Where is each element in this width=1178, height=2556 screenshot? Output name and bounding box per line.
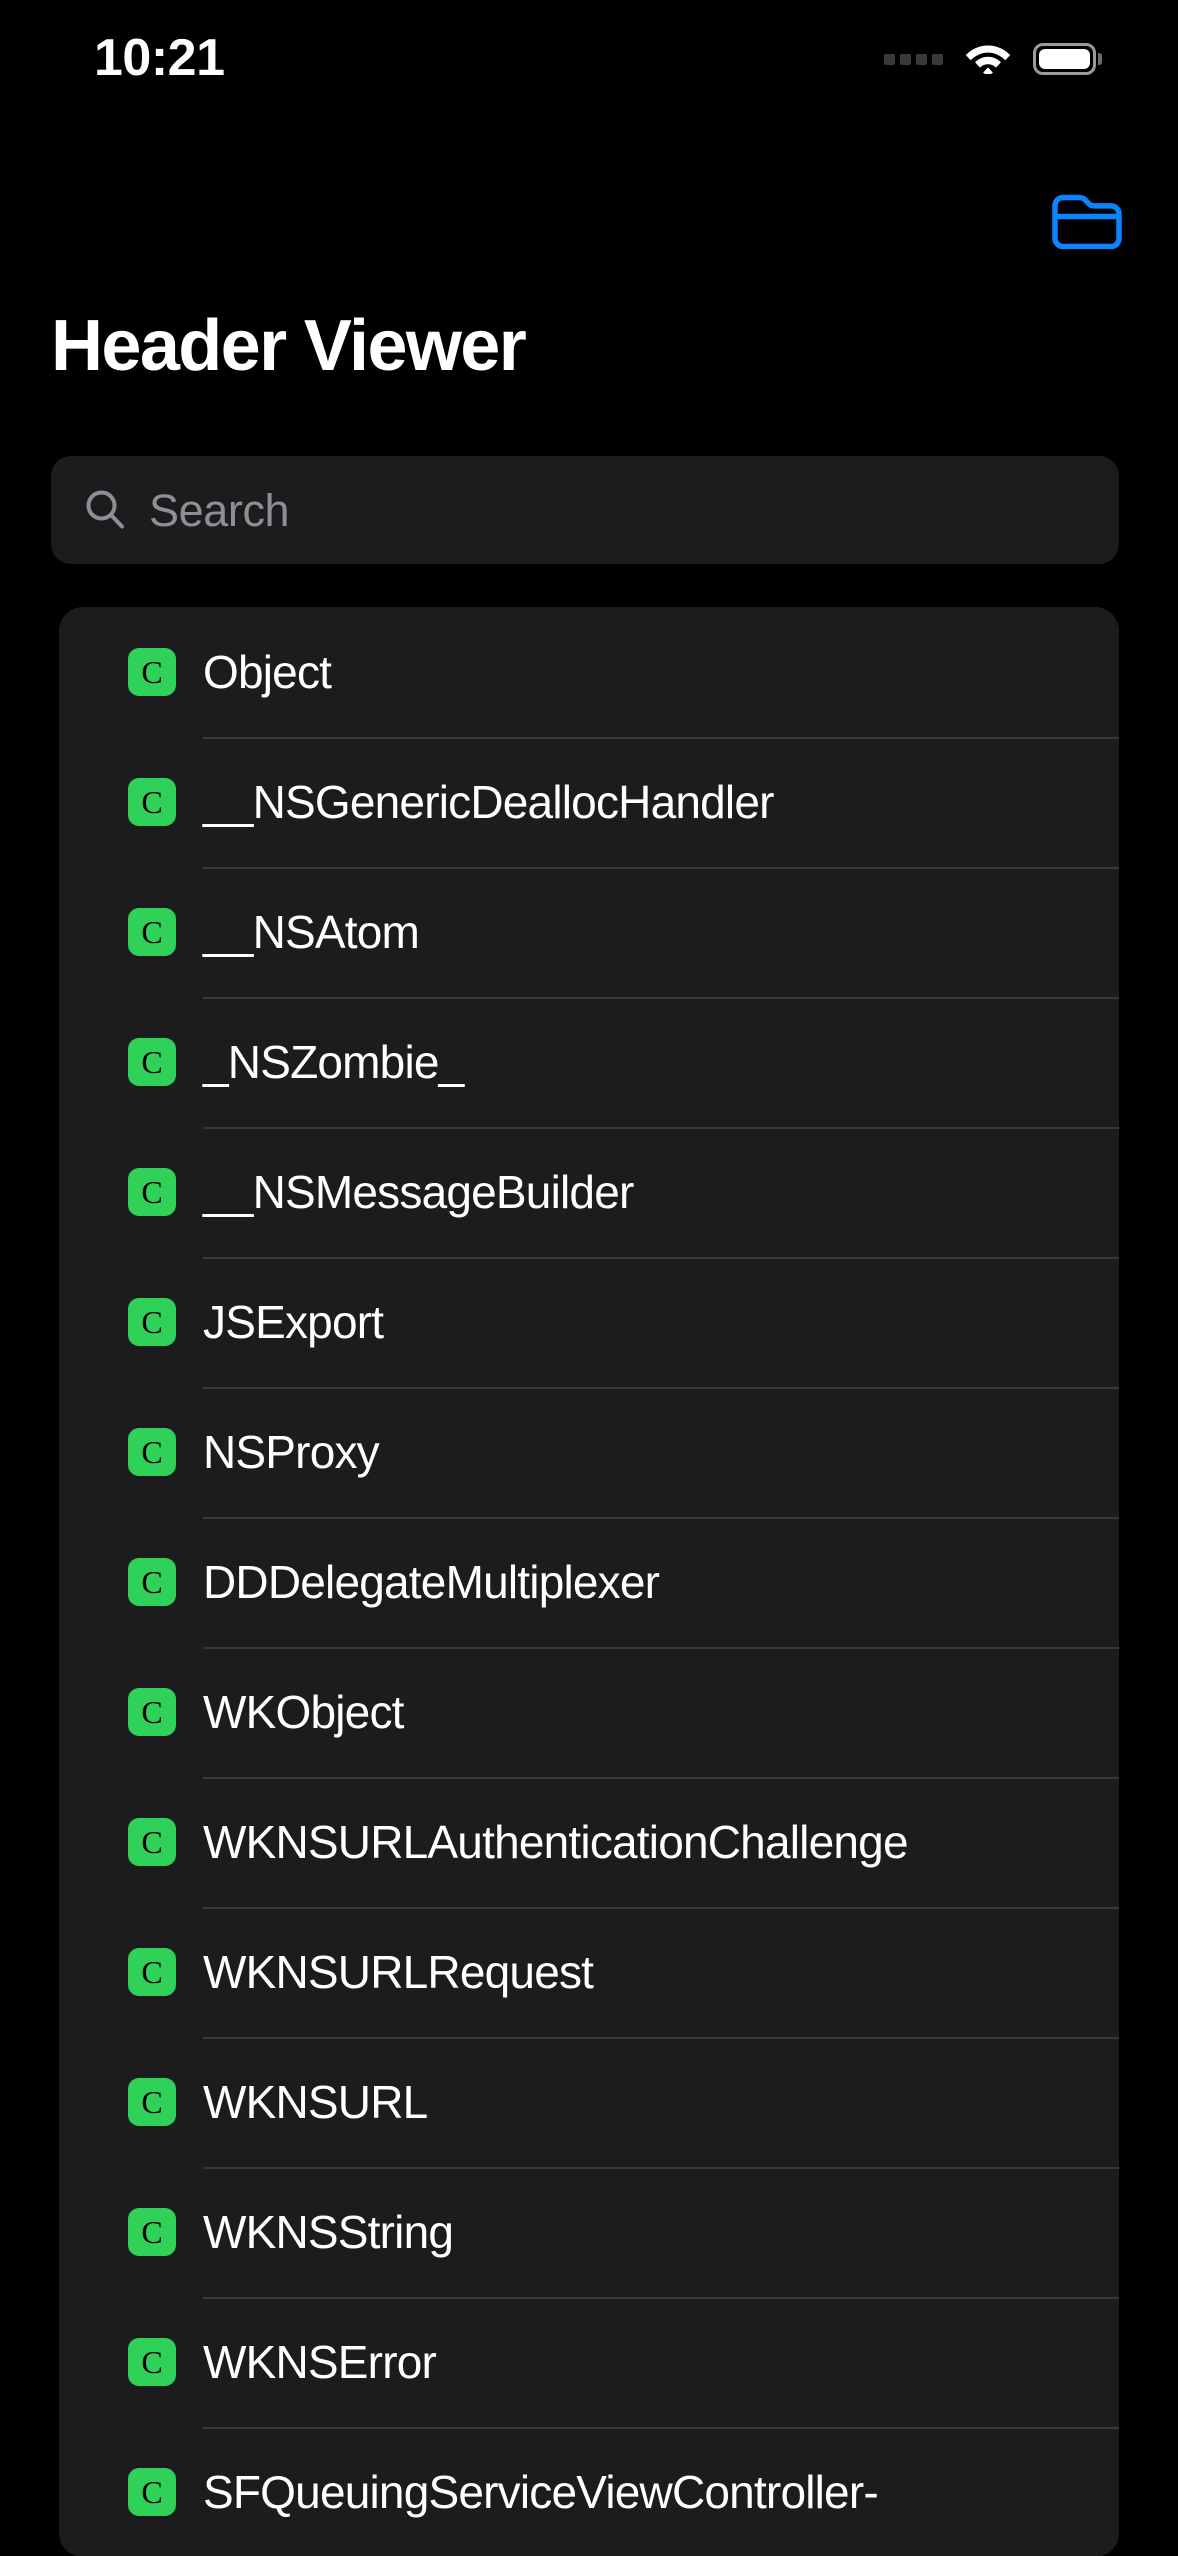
list-item-label: WKNSError — [203, 2335, 437, 2388]
list-item[interactable]: C JSExport — [59, 1257, 1119, 1387]
class-kind-badge-icon: C — [128, 1428, 176, 1476]
list-item-label: _NSZombie_ — [203, 1035, 464, 1088]
navigation-toolbar — [0, 175, 1178, 265]
search-icon — [83, 487, 127, 536]
class-kind-badge-icon: C — [128, 2208, 176, 2256]
list-item[interactable]: C WKNSURLRequest — [59, 1907, 1119, 2037]
list-item-label: JSExport — [203, 1295, 384, 1348]
list-item-label: NSProxy — [203, 1425, 380, 1478]
class-kind-badge-icon: C — [128, 2468, 176, 2516]
class-kind-badge-icon: C — [128, 778, 176, 826]
list-item[interactable]: C WKNSError — [59, 2297, 1119, 2427]
list-item[interactable]: C DDDelegateMultiplexer — [59, 1517, 1119, 1647]
list-item-label: Object — [203, 645, 332, 698]
class-kind-badge-icon: C — [128, 2338, 176, 2386]
list-item-label: __NSGenericDeallocHandler — [203, 775, 774, 828]
list-item[interactable]: C WKNSURL — [59, 2037, 1119, 2167]
class-kind-badge-icon: C — [128, 648, 176, 696]
list-item[interactable]: C WKNSURLAuthenticationChallenge — [59, 1777, 1119, 1907]
signal-dots-icon — [884, 53, 943, 65]
list-item[interactable]: C WKNSString — [59, 2167, 1119, 2297]
list-item-label: WKNSURL — [203, 2075, 428, 2128]
list-item-label: SFQueuingServiceViewController- — [203, 2465, 879, 2518]
class-kind-badge-icon: C — [128, 1168, 176, 1216]
search-field[interactable]: Search — [51, 456, 1119, 564]
class-kind-badge-icon: C — [128, 1038, 176, 1086]
class-kind-badge-icon: C — [128, 1948, 176, 1996]
page-title: Header Viewer — [51, 306, 527, 386]
app-screen: 10:21 Header Viewer Search C Object C __… — [0, 0, 1178, 2556]
class-kind-badge-icon: C — [128, 1818, 176, 1866]
list-item[interactable]: C __NSMessageBuilder — [59, 1127, 1119, 1257]
class-kind-badge-icon: C — [128, 1558, 176, 1606]
list-item-label: WKNSURLAuthenticationChallenge — [203, 1815, 909, 1868]
battery-full-icon — [1033, 43, 1102, 75]
list-item[interactable]: C __NSAtom — [59, 867, 1119, 997]
list-item[interactable]: C NSProxy — [59, 1387, 1119, 1517]
status-bar-time: 10:21 — [94, 29, 225, 87]
list-item[interactable]: C SFQueuingServiceViewController- — [59, 2427, 1119, 2556]
list-item-label: DDDelegateMultiplexer — [203, 1555, 660, 1608]
list-item-label: WKObject — [203, 1685, 404, 1738]
folder-button[interactable] — [1048, 189, 1126, 251]
list-item-label: WKNSString — [203, 2205, 454, 2258]
list-item-label: __NSMessageBuilder — [203, 1165, 634, 1218]
list-item[interactable]: C Object — [59, 607, 1119, 737]
list-item-label: WKNSURLRequest — [203, 1945, 594, 1998]
list-item[interactable]: C WKObject — [59, 1647, 1119, 1777]
list-item[interactable]: C __NSGenericDeallocHandler — [59, 737, 1119, 867]
class-list: C Object C __NSGenericDeallocHandler C __NSAt… — [59, 607, 1119, 2556]
status-bar: 10:21 — [0, 0, 1178, 110]
class-kind-badge-icon: C — [128, 2078, 176, 2126]
status-bar-indicators — [884, 40, 1102, 79]
list-item[interactable]: C _NSZombie_ — [59, 997, 1119, 1127]
search-placeholder: Search — [149, 484, 290, 536]
class-kind-badge-icon: C — [128, 1298, 176, 1346]
class-kind-badge-icon: C — [128, 1688, 176, 1736]
folder-icon — [1052, 194, 1122, 249]
list-item-label: __NSAtom — [203, 905, 420, 958]
class-kind-badge-icon: C — [128, 908, 176, 956]
wifi-icon — [965, 40, 1011, 79]
